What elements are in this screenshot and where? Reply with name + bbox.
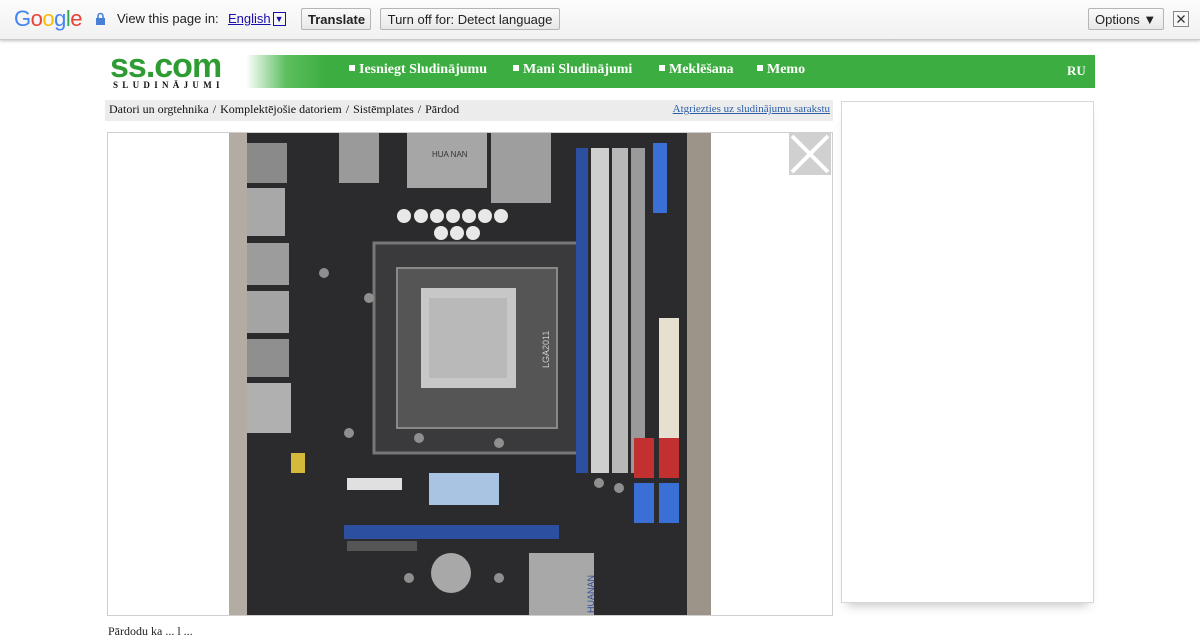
lock-icon <box>96 12 105 25</box>
nav-label: Mani Sludinājumi <box>523 62 633 77</box>
nav-label: Memo <box>767 62 806 77</box>
breadcrumb-item[interactable]: Datori un orgtehnika <box>109 102 209 116</box>
translate-button[interactable]: Translate <box>301 8 371 30</box>
bullet-icon <box>513 65 519 71</box>
heatsink-label: HUANAN <box>586 575 596 613</box>
motherboard-illustration: HUA NAN LGA2011 HUANAN <box>229 133 711 615</box>
nav-item-submit[interactable]: Iesniegt Sludinājumu <box>349 62 487 78</box>
close-icon[interactable] <box>1173 11 1189 27</box>
breadcrumb-item[interactable]: Sistēmplates <box>353 102 414 116</box>
logo-main-text: ss.com <box>110 47 222 85</box>
photo-viewer: HUA NAN LGA2011 HUANAN <box>107 132 833 616</box>
nav-label: Meklēšana <box>669 62 734 77</box>
breadcrumb-separator: / <box>417 102 422 116</box>
ad-banner <box>841 101 1094 603</box>
breadcrumb-separator: / <box>212 102 217 116</box>
logo-sub-text: SLUDINĀJUMI <box>113 80 224 90</box>
chevron-down-icon[interactable]: ▼ <box>272 12 286 26</box>
site-logo[interactable]: ss.com SLUDINĀJUMI <box>110 47 240 90</box>
close-icon[interactable] <box>789 133 831 175</box>
bullet-icon <box>757 65 763 71</box>
translate-bar: Google View this page in: English ▼ Trans… <box>0 0 1200 40</box>
chip-label: HUA NAN <box>432 150 468 159</box>
socket-label: LGA2011 <box>541 331 551 368</box>
breadcrumb-item[interactable]: Pārdod <box>425 102 459 116</box>
breadcrumb-item[interactable]: Komplektējošie datoriem <box>220 102 342 116</box>
breadcrumb-separator: / <box>345 102 350 116</box>
back-to-list-link[interactable]: Atgriezties uz sludinājumu sarakstu <box>673 103 830 115</box>
language-switch-ru[interactable]: RU <box>1067 63 1086 79</box>
language-select[interactable]: English ▼ <box>228 11 286 26</box>
nav-item-search[interactable]: Meklēšana <box>659 62 734 78</box>
ad-description-text: Pārdodu ka ... l ... <box>108 624 193 638</box>
turn-off-button[interactable]: Turn off for: Detect language <box>380 8 560 30</box>
motherboard-photo[interactable]: HUA NAN LGA2011 HUANAN <box>229 133 711 615</box>
nav-item-memo[interactable]: Memo <box>757 62 805 78</box>
google-logo: Google <box>14 6 83 31</box>
language-link[interactable]: English <box>228 11 271 26</box>
bullet-icon <box>349 65 355 71</box>
breadcrumb-trail: Datori un orgtehnika / Komplektējošie dato… <box>109 102 459 117</box>
nav-item-my-ads[interactable]: Mani Sludinājumi <box>513 62 632 78</box>
bullet-icon <box>659 65 665 71</box>
breadcrumb: Datori un orgtehnika / Komplektējošie dato… <box>105 100 833 121</box>
view-page-in-label: View this page in: <box>117 11 219 26</box>
main-nav: Iesniegt Sludinājumu Mani Sludinājumi Me… <box>246 55 1095 88</box>
nav-label: Iesniegt Sludinājumu <box>359 62 487 77</box>
options-button[interactable]: Options ▼ <box>1088 8 1164 30</box>
